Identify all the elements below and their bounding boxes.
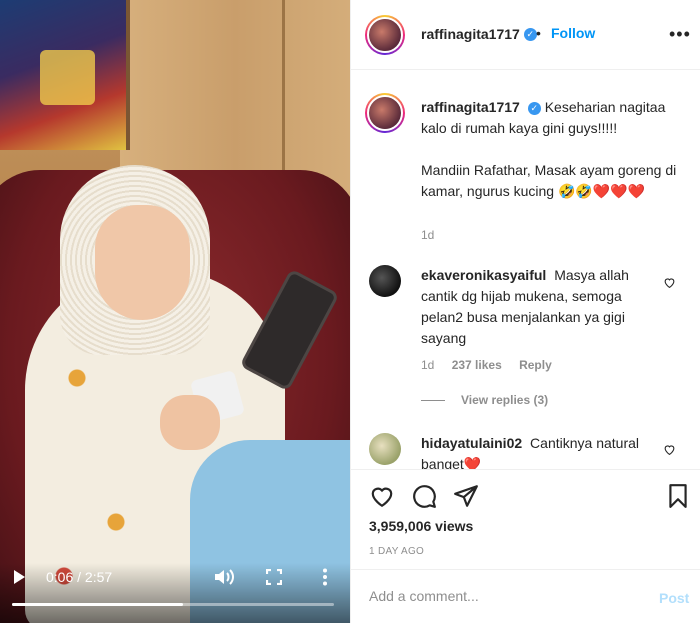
comment-meta: 1d 237 likes Reply [421,358,566,372]
separator: • [536,25,541,41]
video-time-display: 0:06 / 2:57 [46,569,113,585]
view-replies-button[interactable]: View replies (3) [421,393,548,407]
caption-avatar[interactable] [365,93,405,133]
comment-avatar[interactable] [369,265,401,297]
comments-list[interactable]: raffinagita1717 ✓ Keseharian nagitaa kalo… [351,71,700,469]
comment-like-heart-icon[interactable] [663,443,676,456]
fullscreen-icon[interactable] [266,569,282,585]
post-comment-button[interactable]: Post [659,590,689,606]
caption-timestamp[interactable]: 1d [421,228,434,242]
comment-composer: Post [351,569,700,623]
heart-icon[interactable] [369,483,395,509]
more-vertical-icon[interactable] [318,568,332,586]
caption-text-2: Mandiin Rafathar, Masak ayam goreng di k… [421,162,677,199]
post-actions: 3,959,006 views 1 DAY AGO [351,469,700,569]
view-count[interactable]: 3,959,006 views [369,518,473,534]
reply-button[interactable]: Reply [519,358,552,372]
comment-username[interactable]: hidayatulaini02 [421,435,522,451]
avatar-image [367,17,403,53]
follow-button[interactable]: Follow [551,25,595,41]
caption-username[interactable]: raffinagita1717 [421,99,520,115]
video-progress-bar[interactable] [12,603,334,606]
verified-badge-icon: ✓ [523,28,537,42]
comment-avatar[interactable] [369,433,401,465]
video-player[interactable]: 0:06 / 2:57 [0,0,350,623]
paper-plane-icon[interactable] [453,483,479,509]
comment-likes[interactable]: 237 likes [452,358,502,372]
caption-avatar-image [367,95,403,131]
comment: ekaveronikasyaiful Masya allah cantik dg… [421,265,661,349]
video-frame-face [95,205,190,320]
comment-icon[interactable] [411,483,437,509]
video-frame-hand [160,395,220,450]
video-frame-poster [0,0,130,150]
post-caption: raffinagita1717 ✓ Keseharian nagitaa kalo… [421,97,681,202]
avatar[interactable] [365,15,405,55]
post-header: raffinagita1717 ✓ • Follow ••• [351,0,700,70]
comment-like-heart-icon[interactable] [663,276,676,289]
post-side-panel: raffinagita1717 ✓ • Follow ••• raffinagit… [350,0,700,623]
comment: hidayatulaini02 Cantiknya natural banget… [421,433,661,469]
comment-time[interactable]: 1d [421,358,434,372]
username-link[interactable]: raffinagita1717 [421,26,520,42]
verified-badge-icon: ✓ [527,101,541,115]
volume-icon[interactable] [214,568,236,586]
video-progress-fill [12,603,183,606]
comment-input[interactable] [369,588,629,604]
poster-art [40,50,95,105]
bookmark-icon[interactable] [665,483,691,509]
comment-username[interactable]: ekaveronikasyaiful [421,267,546,283]
play-icon[interactable] [14,570,25,584]
more-options-icon[interactable]: ••• [669,24,691,45]
header-user: raffinagita1717 ✓ [421,26,537,44]
post-date[interactable]: 1 DAY AGO [369,546,424,557]
